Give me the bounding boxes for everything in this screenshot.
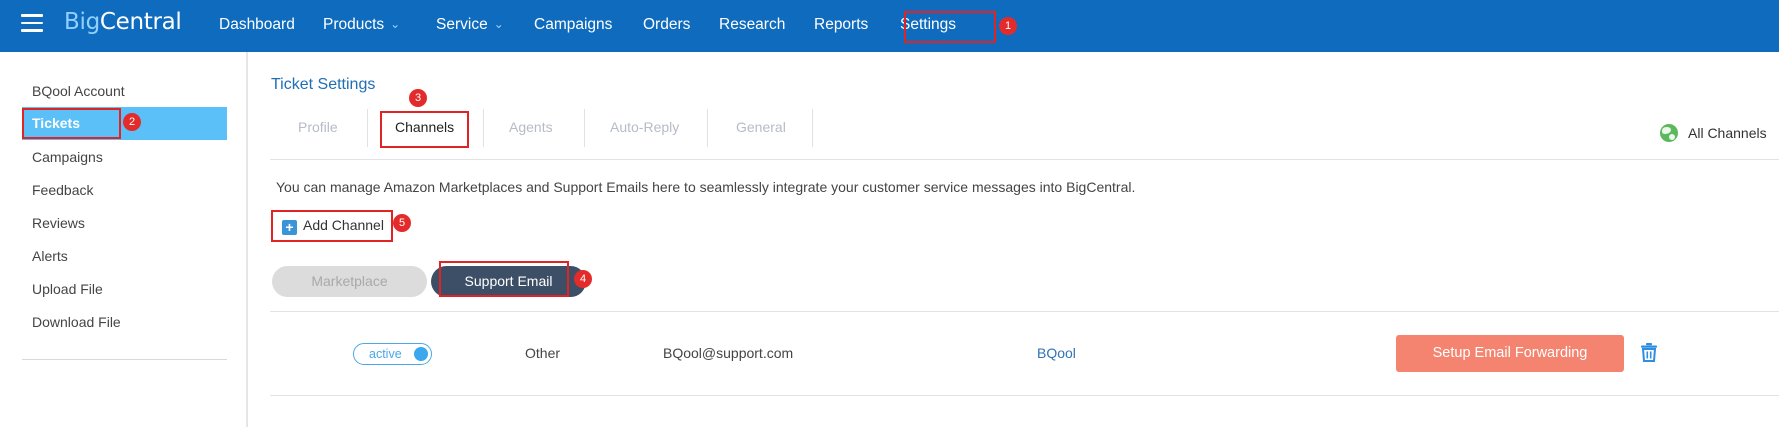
callout-badge-1: 1 [999, 17, 1017, 35]
nav-research[interactable]: Research [719, 16, 785, 34]
channel-email: BQool@support.com [663, 345, 794, 361]
callout-badge-4: 4 [574, 270, 592, 288]
chevron-down-icon: ⌄ [390, 17, 401, 31]
tab-auto-reply[interactable]: Auto-Reply [610, 119, 679, 135]
segment-support-email[interactable]: Support Email [431, 266, 586, 297]
tab-profile[interactable]: Profile [298, 119, 338, 135]
sidebar-item-alerts[interactable]: Alerts [32, 248, 68, 264]
tabs-divider [270, 159, 1779, 160]
table-top-divider [270, 311, 1779, 312]
brand-logo[interactable]: BigCentral [64, 9, 182, 35]
tab-divider [707, 109, 708, 147]
sidebar-item-feedback[interactable]: Feedback [32, 182, 93, 198]
channels-description: You can manage Amazon Marketplaces and S… [276, 179, 1136, 195]
top-navigation-bar: BigCentral Dashboard Products ⌄ Service ⌄ … [0, 0, 1779, 52]
globe-icon [1660, 124, 1678, 142]
nav-settings[interactable]: Settings [900, 16, 956, 34]
tab-channels[interactable]: Channels [395, 119, 454, 135]
nav-reports[interactable]: Reports [814, 16, 868, 34]
channel-filter[interactable]: All Channels [1688, 125, 1767, 141]
segment-marketplace[interactable]: Marketplace [272, 266, 427, 297]
toggle-knob [414, 347, 428, 361]
nav-campaigns[interactable]: Campaigns [534, 16, 612, 34]
page-title: Ticket Settings [271, 76, 376, 93]
tab-divider [584, 109, 585, 147]
tab-divider [483, 109, 484, 147]
tab-general[interactable]: General [736, 119, 786, 135]
nav-orders[interactable]: Orders [643, 16, 690, 34]
sidebar-item-upload-file[interactable]: Upload File [32, 281, 103, 297]
nav-service[interactable]: Service ⌄ [436, 16, 504, 34]
tab-agents[interactable]: Agents [509, 119, 553, 135]
nav-dashboard[interactable]: Dashboard [219, 16, 295, 34]
nav-products[interactable]: Products ⌄ [323, 16, 400, 34]
tab-divider [367, 109, 368, 147]
trash-icon[interactable] [1640, 342, 1658, 362]
tab-divider [812, 109, 813, 147]
channel-account-link[interactable]: BQool [1037, 345, 1076, 361]
status-toggle[interactable]: active [353, 343, 432, 365]
sidebar-item-download-file[interactable]: Download File [32, 314, 121, 330]
sidebar-item-campaigns[interactable]: Campaigns [32, 149, 103, 165]
callout-badge-2: 2 [123, 113, 141, 131]
sidebar: BQool Account Tickets Campaigns Feedback… [0, 52, 248, 427]
setup-email-forwarding-button[interactable]: Setup Email Forwarding [1396, 335, 1624, 372]
table-bottom-divider [270, 395, 1779, 396]
menu-icon[interactable] [21, 14, 43, 32]
chevron-down-icon: ⌄ [493, 17, 504, 31]
sidebar-divider [22, 359, 227, 360]
callout-badge-3: 3 [409, 89, 427, 107]
sidebar-item-bqool-account[interactable]: BQool Account [32, 83, 125, 99]
plus-icon: + [282, 220, 297, 235]
channel-type: Other [525, 345, 561, 361]
sidebar-item-label: Tickets [32, 115, 80, 131]
add-channel-button[interactable]: + Add Channel [282, 217, 384, 237]
callout-badge-5: 5 [393, 214, 411, 232]
sidebar-item-reviews[interactable]: Reviews [32, 215, 85, 231]
